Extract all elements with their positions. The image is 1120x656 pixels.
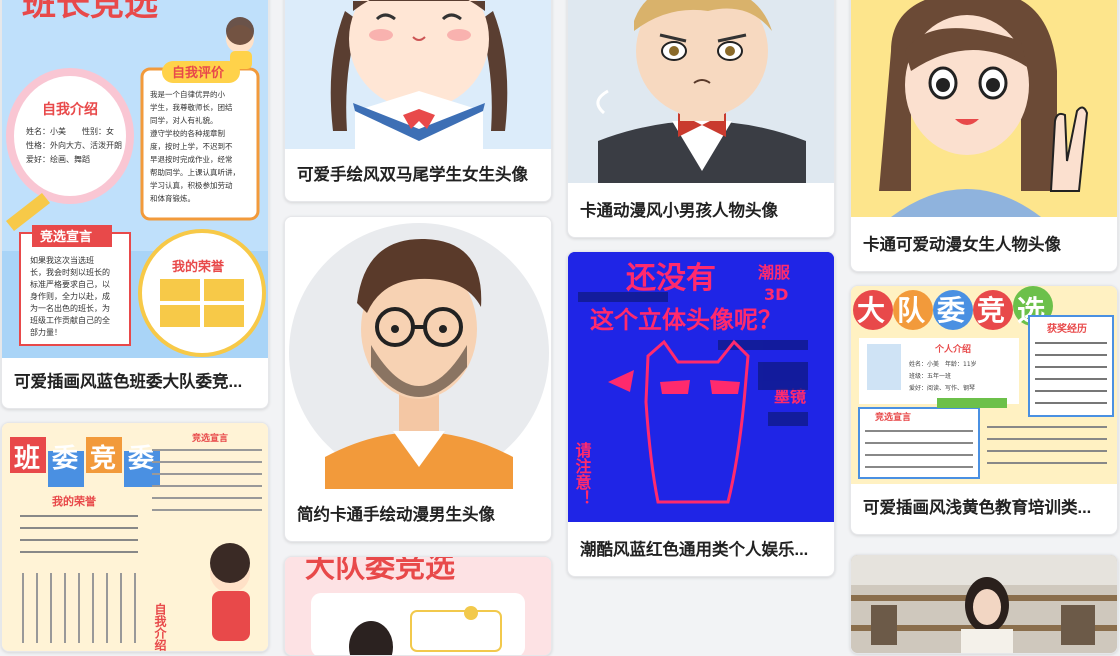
card-thumbnail: 班长竞选 自我介绍 姓名：小美 性别：女 性格：外向大方、活泼开朗 爱好：绘画、…	[2, 0, 268, 358]
card-thumbnail: 大队委竞选 获奖经历 个人介绍 姓名：小美 年龄：11岁 班级：五年一班 爱好：…	[851, 286, 1117, 484]
svg-text:我是一个自律优异的小: 我是一个自律优异的小	[150, 89, 225, 99]
svg-text:自我介绍: 自我介绍	[153, 602, 167, 652]
card-title[interactable]: 潮酷风蓝红色通用类个人娱乐...	[580, 524, 822, 576]
svg-text:我的荣誉: 我的荣誉	[172, 259, 225, 275]
svg-text:同学，对人有礼貌。: 同学，对人有礼貌。	[150, 115, 218, 125]
template-card-class-monitor[interactable]: 班长竞选 自我介绍 姓名：小美 性别：女 性格：外向大方、活泼开朗 爱好：绘画、…	[1, 0, 269, 409]
card-thumbnail	[851, 0, 1117, 217]
card-title[interactable]: 卡通可爱动漫女生人物头像	[863, 219, 1105, 271]
svg-text:如果我这次当选班: 如果我这次当选班	[30, 255, 94, 265]
template-card-anime-boy[interactable]: 卡通动漫风小男孩人物头像	[567, 0, 835, 238]
card-title[interactable]: 可爱插画风浅黄色教育培训类...	[863, 482, 1105, 534]
template-card-simple-boy[interactable]: 简约卡通手绘动漫男生头像	[284, 216, 552, 542]
svg-text:姓名：小美 性别：女: 姓名：小美 性别：女	[26, 126, 114, 136]
template-card-committee[interactable]: 班委竞委 我的荣誉 竞选宣言 自我介绍	[1, 422, 269, 652]
svg-text:和体育锻炼。: 和体育锻炼。	[150, 193, 195, 203]
svg-text:请注意！: 请注意！	[573, 442, 592, 506]
svg-text:长，我会时刻以班长的: 长，我会时刻以班长的	[30, 267, 110, 277]
card-thumbnail	[851, 555, 1117, 653]
svg-text:潮服: 潮服	[758, 263, 791, 282]
svg-text:标准严格要求自己，以: 标准严格要求自己，以	[30, 279, 110, 289]
card-thumbnail	[285, 0, 551, 149]
template-card-brigade-pink[interactable]: 大队委竞选	[284, 556, 552, 656]
svg-text:性格：外向大方、活泼开朗: 性格：外向大方、活泼开朗	[26, 140, 122, 150]
svg-text:竞选宣言: 竞选宣言	[40, 229, 92, 245]
card-title[interactable]: 简约卡通手绘动漫男生头像	[297, 489, 539, 541]
svg-text:爱好：绘画、舞蹈: 爱好：绘画、舞蹈	[26, 154, 90, 164]
svg-text:姓名：小美 年龄：11岁: 姓名：小美 年龄：11岁	[909, 360, 977, 368]
svg-text:我的荣誉: 我的荣誉	[52, 494, 97, 508]
svg-text:为一名出色的班长，为: 为一名出色的班长，为	[30, 303, 110, 313]
template-card-trendy-poster[interactable]: 还没有 潮服 3D 这个立体头像呢？ 墨镜 请注意！ 潮酷风蓝红色通用类个人娱乐…	[567, 251, 835, 577]
svg-text:自我介绍: 自我介绍	[42, 101, 98, 118]
svg-text:学习认真，积极参加劳动: 学习认真，积极参加劳动	[150, 180, 233, 190]
svg-text:班级工作贡献自己的全: 班级工作贡献自己的全	[30, 315, 110, 325]
card-thumbnail: 还没有 潮服 3D 这个立体头像呢？ 墨镜 请注意！	[568, 252, 834, 522]
svg-text:个人介绍: 个人介绍	[934, 343, 971, 355]
svg-text:部力量！: 部力量！	[30, 327, 62, 337]
card-title[interactable]: 卡通动漫风小男孩人物头像	[580, 185, 822, 237]
svg-text:自我评价: 自我评价	[172, 65, 225, 81]
svg-text:竞选宣言: 竞选宣言	[874, 411, 911, 423]
template-card-brigade-yellow[interactable]: 大队委竞选 获奖经历 个人介绍 姓名：小美 年龄：11岁 班级：五年一班 爱好：…	[850, 285, 1118, 535]
svg-text:竞选宣言: 竞选宣言	[191, 432, 228, 444]
poster-heading: 大队委竞选	[305, 557, 455, 585]
svg-text:学生，我尊敬师长，团结: 学生，我尊敬师长，团结	[150, 102, 233, 112]
card-thumbnail	[285, 217, 551, 489]
template-card-twin-tail-girl[interactable]: 可爱手绘风双马尾学生女生头像	[284, 0, 552, 202]
poster-heading: 班委竞委	[14, 443, 166, 474]
poster-heading: 班长竞选	[22, 0, 158, 24]
card-title[interactable]: 可爱插画风蓝色班委大队委竞...	[14, 356, 256, 408]
card-thumbnail	[568, 0, 834, 183]
svg-text:身作则，全力以赴，成: 身作则，全力以赴，成	[30, 291, 110, 301]
svg-text:帮助同学。上课认真听讲，: 帮助同学。上课认真听讲，	[150, 167, 240, 177]
svg-text:爱好：阅读、写作、钢琴: 爱好：阅读、写作、钢琴	[909, 384, 975, 392]
poster-heading: 大队委竞选	[857, 294, 1057, 327]
card-title[interactable]: 可爱手绘风双马尾学生女生头像	[297, 149, 539, 201]
svg-text:遵守学校的各种规章制: 遵守学校的各种规章制	[150, 128, 225, 138]
svg-text:度，按时上学，不迟到不: 度，按时上学，不迟到不	[150, 141, 233, 151]
template-card-anime-girl[interactable]: 卡通可爱动漫女生人物头像	[850, 0, 1118, 272]
template-card-library-photo[interactable]	[850, 554, 1118, 654]
svg-text:获奖经历: 获奖经历	[1046, 322, 1087, 335]
svg-text:还没有: 还没有	[626, 261, 716, 296]
svg-text:早退按时完成作业，经常: 早退按时完成作业，经常	[150, 154, 233, 164]
svg-text:这个立体头像呢？: 这个立体头像呢？	[590, 306, 782, 334]
svg-text:3D: 3D	[764, 285, 788, 304]
card-thumbnail: 班委竞委 我的荣誉 竞选宣言 自我介绍	[2, 423, 268, 652]
svg-text:班级：五年一班: 班级：五年一班	[909, 372, 951, 380]
card-thumbnail: 大队委竞选	[285, 557, 551, 655]
